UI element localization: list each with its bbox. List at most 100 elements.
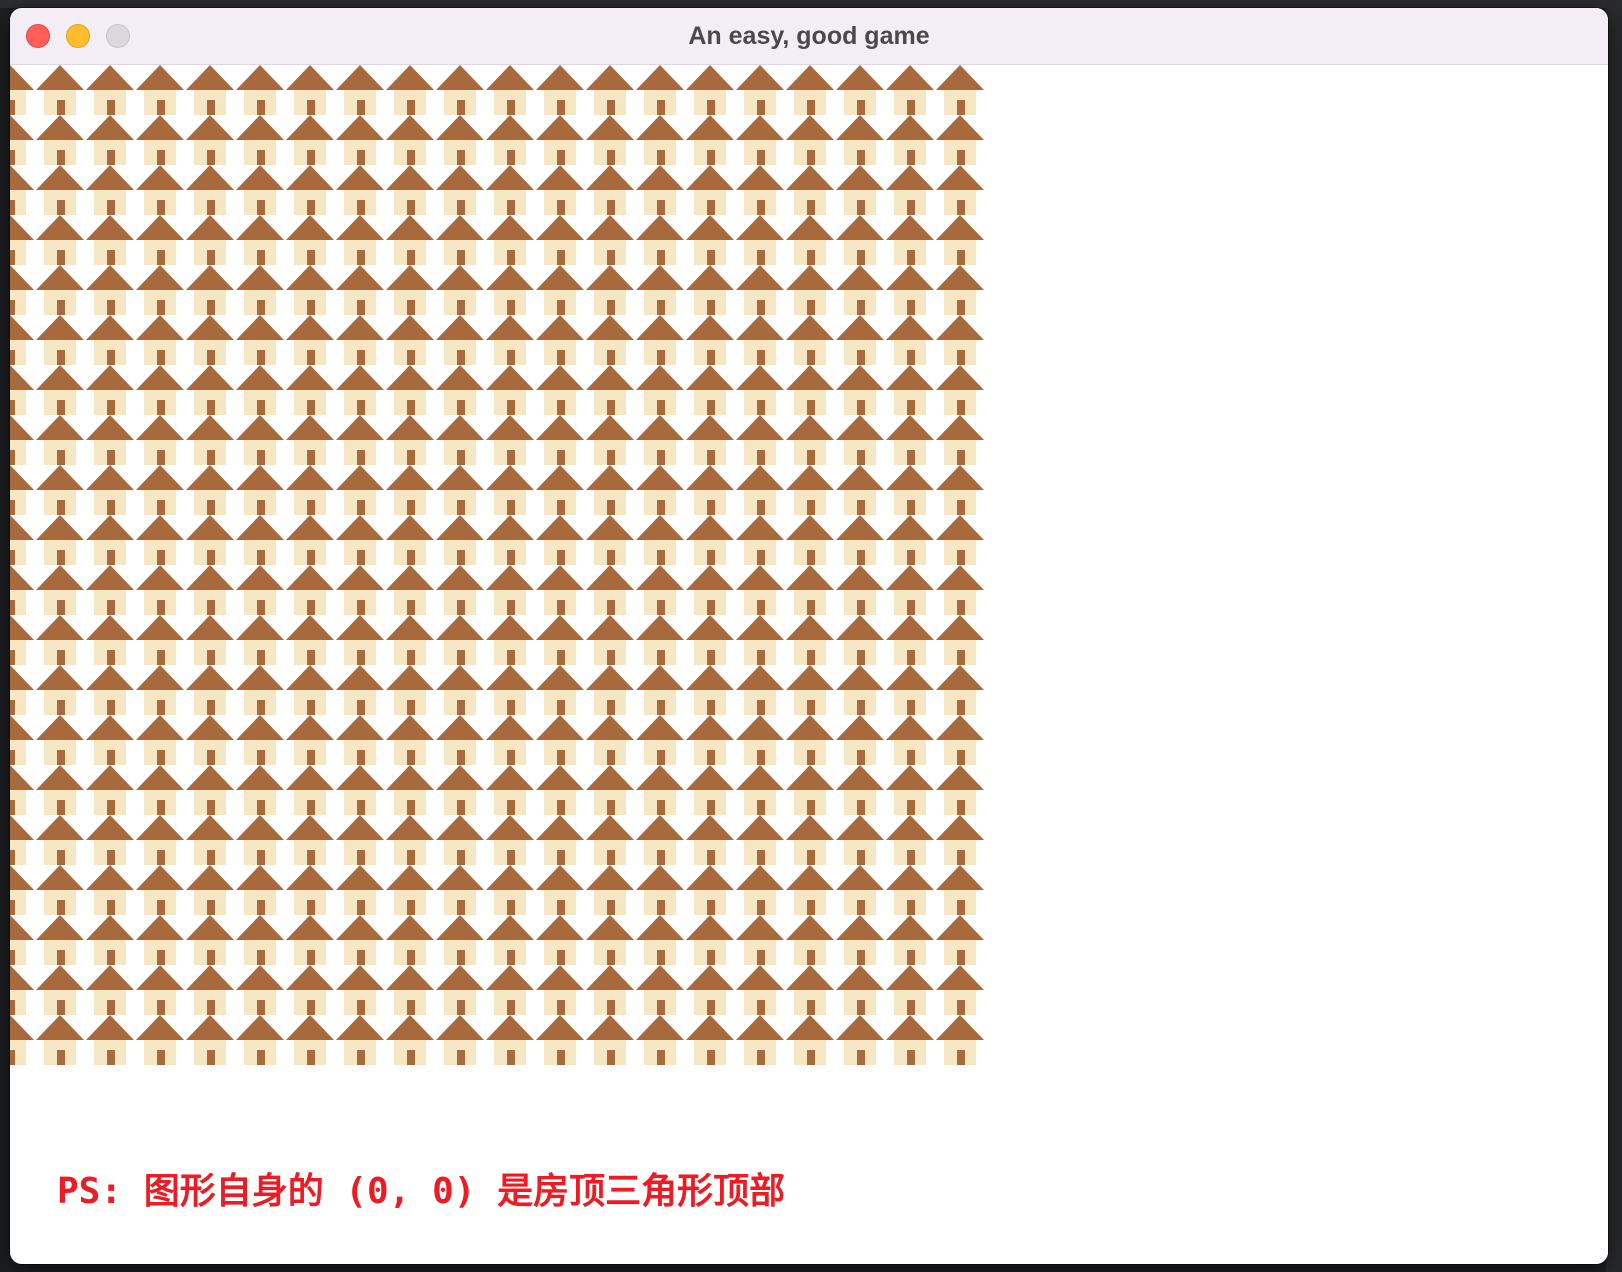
house-door: [357, 900, 365, 915]
house-roof: [86, 465, 134, 490]
house-roof: [86, 65, 134, 90]
house-door: [807, 100, 815, 115]
editor-backdrop-edge: [1606, 0, 1622, 1272]
house-door: [10, 850, 15, 865]
house-roof: [536, 565, 584, 590]
house-roof: [836, 965, 884, 990]
house-roof: [486, 265, 534, 290]
house-door: [357, 200, 365, 215]
house-roof: [686, 165, 734, 190]
house-roof: [886, 1015, 934, 1040]
house-door: [607, 500, 615, 515]
house-tile: [236, 865, 284, 915]
house-roof: [686, 365, 734, 390]
house-roof: [36, 815, 84, 840]
house-door: [107, 450, 115, 465]
title-bar[interactable]: An easy, good game: [10, 8, 1608, 65]
house-tile: [136, 465, 184, 515]
house-tile: [10, 715, 34, 765]
house-tile: [936, 715, 984, 765]
house-roof: [486, 465, 534, 490]
house-roof: [486, 715, 534, 740]
house-roof: [886, 965, 934, 990]
house-door: [757, 850, 765, 865]
house-tile: [336, 715, 384, 765]
house-door: [807, 800, 815, 815]
house-tile: [486, 215, 534, 265]
house-tile: [336, 265, 384, 315]
house-door: [257, 150, 265, 165]
house-roof: [586, 515, 634, 540]
house-door: [257, 350, 265, 365]
house-door: [10, 100, 15, 115]
house-door: [57, 550, 65, 565]
house-roof: [786, 915, 834, 940]
house-tile: [786, 915, 834, 965]
house-door: [207, 550, 215, 565]
house-tile: [536, 1015, 584, 1065]
house-door: [207, 300, 215, 315]
house-tile: [586, 715, 634, 765]
house-roof: [886, 615, 934, 640]
house-door: [507, 750, 515, 765]
house-roof: [336, 1015, 384, 1040]
house-tile: [386, 415, 434, 465]
house-door: [757, 900, 765, 915]
house-tile: [286, 415, 334, 465]
house-roof: [936, 215, 984, 240]
house-tile: [286, 315, 334, 365]
house-roof: [186, 415, 234, 440]
house-tile: [686, 265, 734, 315]
house-tile: [486, 615, 534, 665]
house-door: [157, 900, 165, 915]
house-tile: [586, 865, 634, 915]
house-tile: [636, 65, 684, 115]
house-door: [107, 600, 115, 615]
game-canvas[interactable]: PS: 图形自身的 (0, 0) 是房顶三角形顶部: [10, 65, 1608, 1264]
house-tile: [386, 465, 434, 515]
house-roof: [536, 315, 584, 340]
house-door: [507, 950, 515, 965]
house-tile: [336, 415, 384, 465]
house-roof: [136, 1015, 184, 1040]
house-roof: [936, 815, 984, 840]
house-door: [357, 650, 365, 665]
house-tile: [186, 715, 234, 765]
house-tile: [886, 265, 934, 315]
house-door: [857, 750, 865, 765]
house-door: [357, 500, 365, 515]
house-door: [157, 550, 165, 565]
house-tile: [10, 665, 34, 715]
house-tile: [486, 265, 534, 315]
house-tile: [36, 765, 84, 815]
house-roof: [536, 665, 584, 690]
house-tile: [386, 315, 434, 365]
house-door: [757, 500, 765, 515]
house-door: [557, 800, 565, 815]
house-roof: [636, 215, 684, 240]
house-door: [607, 350, 615, 365]
house-roof: [586, 215, 634, 240]
house-door: [357, 750, 365, 765]
house-roof: [386, 965, 434, 990]
house-tile: [486, 415, 534, 465]
house-roof: [786, 865, 834, 890]
house-tile: [786, 65, 834, 115]
house-roof: [86, 265, 134, 290]
house-door: [457, 500, 465, 515]
house-tile: [836, 615, 884, 665]
house-door: [657, 250, 665, 265]
window-title: An easy, good game: [688, 22, 930, 50]
house-tile: [336, 65, 384, 115]
house-door: [457, 700, 465, 715]
house-door: [757, 700, 765, 715]
house-door: [807, 200, 815, 215]
house-door: [707, 650, 715, 665]
house-tile: [586, 815, 634, 865]
house-door: [207, 700, 215, 715]
house-door: [457, 150, 465, 165]
house-door: [207, 450, 215, 465]
house-roof: [936, 615, 984, 640]
house-tile: [786, 115, 834, 165]
house-door: [807, 350, 815, 365]
